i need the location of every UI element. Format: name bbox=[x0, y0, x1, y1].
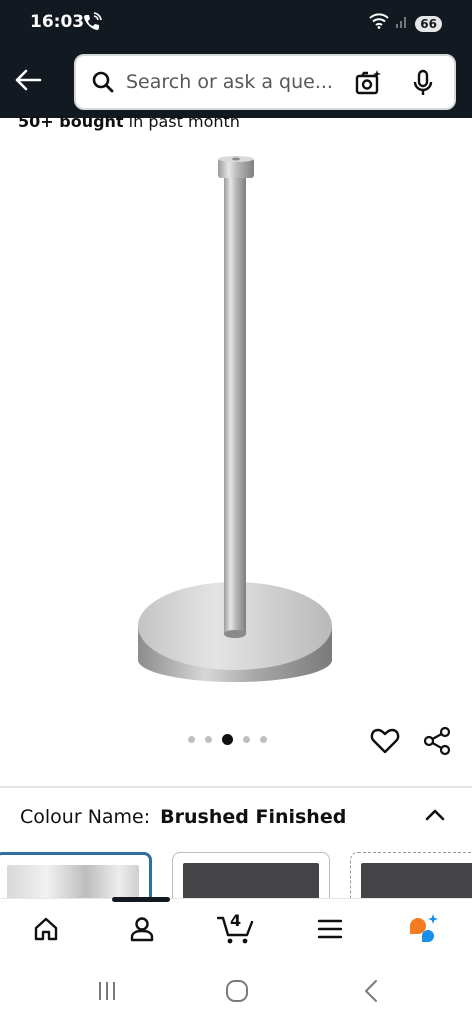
back-button[interactable] bbox=[10, 64, 46, 100]
share-button[interactable] bbox=[422, 726, 452, 756]
bought-count: 50+ bought bbox=[18, 112, 124, 131]
bought-in-past-month: 50+ bought in past month bbox=[18, 112, 240, 132]
system-navigation-bar bbox=[0, 962, 472, 1024]
collapse-variations-button[interactable] bbox=[424, 804, 446, 826]
wishlist-button[interactable] bbox=[370, 726, 400, 756]
nav-cart[interactable]: 4 bbox=[214, 911, 258, 949]
wifi-call-icon bbox=[82, 12, 102, 32]
signal-icon bbox=[395, 14, 409, 33]
nav-menu[interactable] bbox=[310, 913, 350, 949]
search-bar[interactable]: Search or ask a que... bbox=[74, 54, 456, 110]
carousel-dot[interactable] bbox=[188, 736, 195, 743]
carousel-dot-active[interactable] bbox=[222, 734, 233, 745]
alexa-icon bbox=[406, 912, 442, 951]
colour-value: Brushed Finished bbox=[160, 806, 347, 828]
battery-indicator: 66 bbox=[415, 15, 442, 32]
nav-account[interactable] bbox=[122, 913, 162, 949]
search-input[interactable]: Search or ask a que... bbox=[126, 71, 336, 93]
colour-label: Colour Name: bbox=[20, 806, 151, 828]
status-indicators: 66 bbox=[369, 13, 442, 34]
microphone-icon[interactable] bbox=[410, 69, 436, 102]
active-tab-indicator bbox=[112, 897, 170, 902]
person-icon bbox=[128, 915, 156, 948]
section-divider bbox=[0, 786, 472, 788]
system-back-button[interactable] bbox=[356, 978, 386, 1008]
search-icon bbox=[88, 70, 118, 94]
nav-alexa[interactable] bbox=[404, 913, 444, 949]
header: Search or ask a que... bbox=[0, 46, 472, 118]
hamburger-menu-icon bbox=[317, 918, 343, 945]
status-time: 16:03 bbox=[30, 12, 85, 32]
arrow-left-icon bbox=[14, 68, 42, 97]
share-icon bbox=[422, 726, 452, 760]
cart-count: 4 bbox=[230, 911, 242, 930]
camera-search-icon[interactable] bbox=[354, 69, 382, 102]
home-system-button[interactable] bbox=[222, 978, 252, 1008]
wifi-icon bbox=[369, 13, 389, 34]
product-image[interactable] bbox=[120, 150, 350, 695]
bought-suffix: in past month bbox=[123, 112, 240, 131]
colour-name-row: Colour Name: Brushed Finished bbox=[20, 806, 346, 828]
bottom-navigation: 4 bbox=[0, 897, 472, 962]
chevron-left-icon bbox=[361, 978, 381, 1009]
home-icon bbox=[32, 915, 60, 948]
chevron-up-icon bbox=[424, 809, 446, 830]
carousel-dot[interactable] bbox=[243, 736, 250, 743]
carousel-dot[interactable] bbox=[205, 736, 212, 743]
recent-apps-button[interactable] bbox=[92, 978, 122, 1008]
image-carousel-dots[interactable] bbox=[188, 734, 267, 745]
status-bar: 16:03 66 bbox=[0, 0, 472, 46]
heart-icon bbox=[370, 728, 400, 760]
nav-home[interactable] bbox=[26, 913, 66, 949]
home-circle-icon bbox=[224, 978, 250, 1009]
recent-apps-icon bbox=[95, 980, 119, 1007]
carousel-dot[interactable] bbox=[260, 736, 267, 743]
